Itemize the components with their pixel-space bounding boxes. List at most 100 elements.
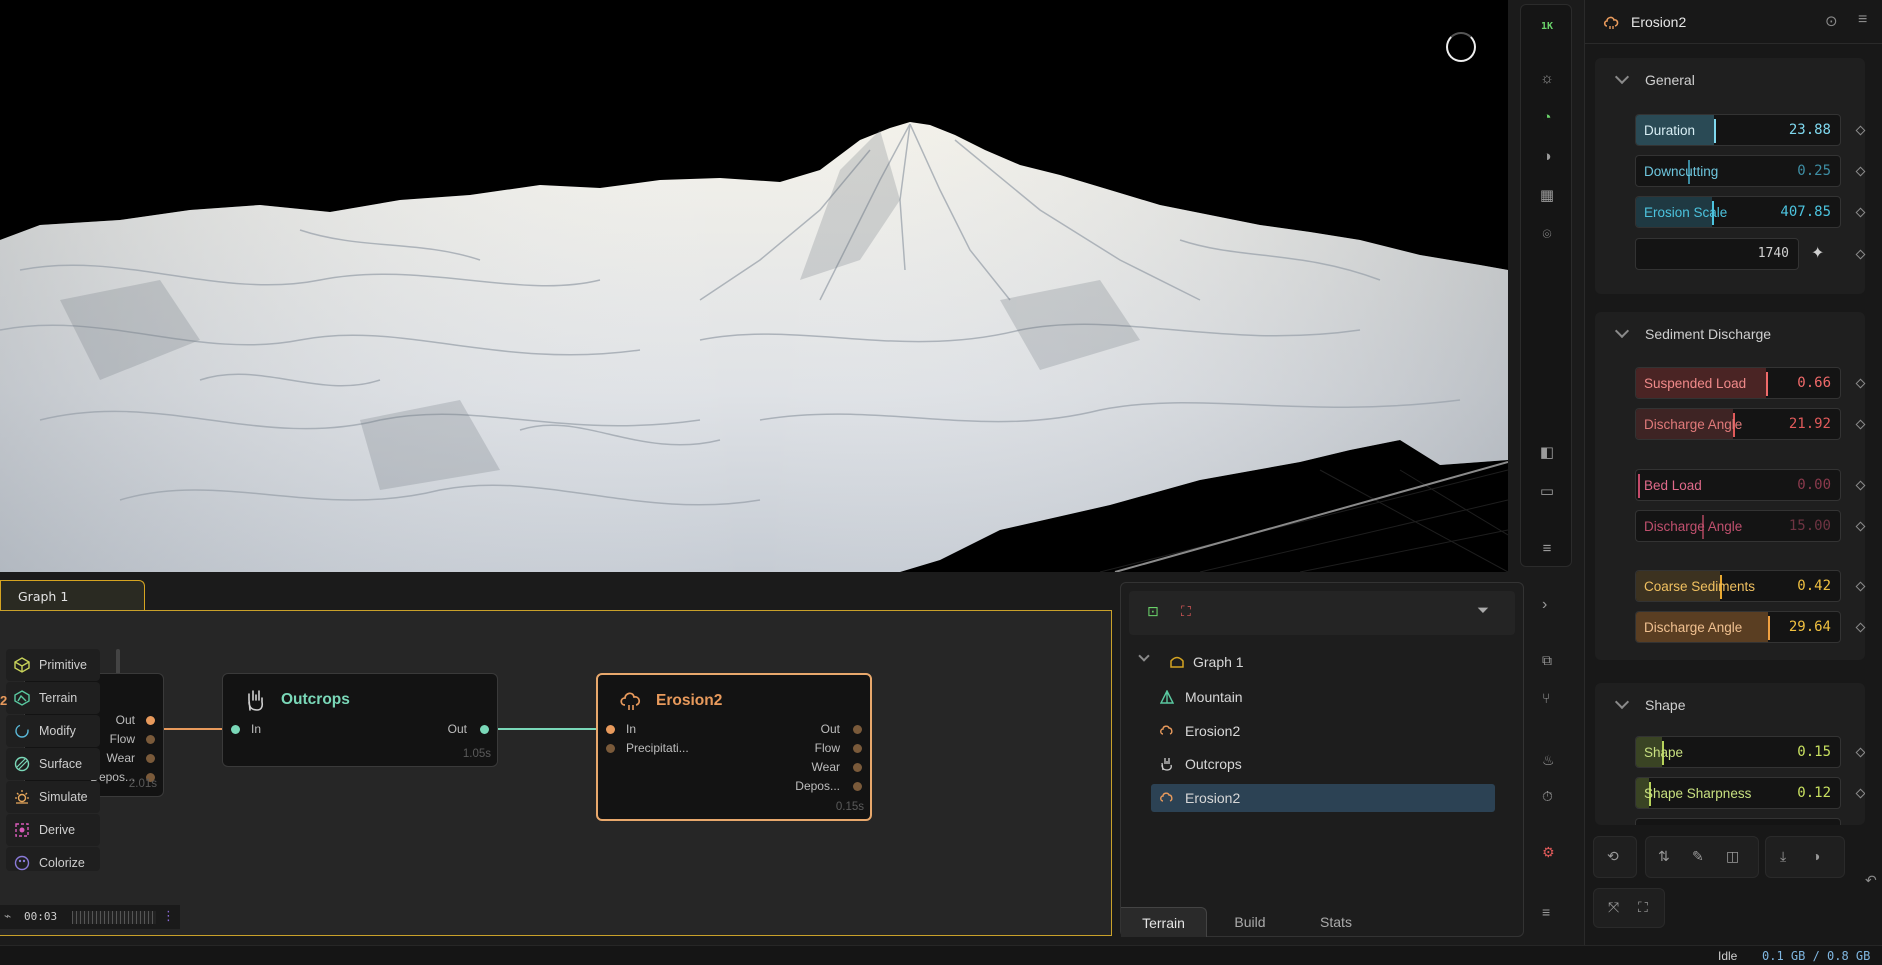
- keyframe-icon[interactable]: [1855, 747, 1865, 758]
- keyframe-icon[interactable]: [1855, 788, 1865, 799]
- palette-surface[interactable]: Surface: [6, 748, 100, 780]
- graph-icon: [1170, 656, 1184, 668]
- port-dot[interactable]: [146, 754, 155, 763]
- import-icon[interactable]: ⤓: [1780, 848, 1786, 865]
- port-dot[interactable]: [480, 725, 489, 734]
- port-dot[interactable]: [853, 725, 862, 734]
- timer-icon[interactable]: ⏱: [1542, 788, 1553, 805]
- search-replace-icon[interactable]: ⟲: [1607, 848, 1619, 865]
- shape-slider[interactable]: Shape 0.15: [1635, 736, 1841, 768]
- keyframe-icon[interactable]: [1855, 480, 1866, 491]
- flame-icon[interactable]: ♨: [1542, 752, 1555, 769]
- port-dot[interactable]: [231, 725, 240, 734]
- graph-node-outcrops[interactable]: Outcrops In Out 1.05s: [222, 673, 498, 767]
- port-dot[interactable]: [606, 744, 615, 753]
- fit-icon[interactable]: ▭: [1534, 478, 1560, 504]
- shape-sharpness-slider[interactable]: Shape Sharpness 0.12: [1635, 777, 1841, 809]
- keyframe-icon[interactable]: [1855, 378, 1866, 389]
- palette-simulate[interactable]: Simulate: [6, 781, 100, 813]
- palette-label: Surface: [39, 757, 83, 771]
- downcutting-slider[interactable]: Downcutting 0.25: [1635, 155, 1841, 187]
- copy-icon[interactable]: ⧉: [1542, 652, 1552, 669]
- palette-colorize[interactable]: Colorize: [6, 847, 100, 871]
- port-dot[interactable]: [853, 763, 862, 772]
- contrast-icon[interactable]: ◑: [1812, 848, 1820, 864]
- tree-item-outcrops[interactable]: Outcrops: [1151, 750, 1495, 778]
- keyframe-icon[interactable]: [1855, 521, 1866, 532]
- contrast-icon[interactable]: ◑: [1534, 143, 1560, 169]
- sun-icon[interactable]: ☼: [1534, 65, 1560, 91]
- suspended-load-slider[interactable]: Suspended Load 0.66: [1635, 367, 1841, 399]
- terrain-viewport[interactable]: [0, 0, 1508, 572]
- tab-build[interactable]: Build: [1207, 907, 1293, 937]
- tab-graph-1[interactable]: Graph 1: [0, 580, 145, 610]
- keyframe-icon[interactable]: [1855, 249, 1866, 260]
- swap-icon[interactable]: ⇅: [1658, 848, 1670, 865]
- camera-icon[interactable]: ⌾: [1534, 221, 1560, 247]
- section-sediment-discharge: Sediment Discharge Suspended Load 0.66 D…: [1595, 312, 1866, 660]
- graph-node-erosion2[interactable]: Erosion2 In Precipitati... Out Flow Wear…: [596, 673, 872, 821]
- engine-icon[interactable]: ⚙: [1542, 844, 1555, 861]
- render-mode-icon[interactable]: ◔: [1534, 104, 1560, 130]
- chevron-right-icon[interactable]: ›: [1542, 596, 1547, 614]
- port-dot[interactable]: [606, 725, 615, 734]
- terrain-icon: [14, 690, 30, 706]
- section-sediment-header[interactable]: Sediment Discharge: [1595, 312, 1865, 358]
- graph-canvas[interactable]: Out Flow Wear Depos... 2.01s Primitive T…: [0, 610, 1112, 936]
- seed-field[interactable]: 1740: [1635, 238, 1799, 270]
- select-icon[interactable]: ⊡: [1147, 603, 1159, 620]
- tab-stats[interactable]: Stats: [1293, 907, 1379, 937]
- port-dot[interactable]: [146, 735, 155, 744]
- resolution-button[interactable]: 1K: [1534, 13, 1560, 39]
- discharge-angle-slider[interactable]: Discharge Angle 21.92: [1635, 408, 1841, 440]
- shrink-icon[interactable]: ⤧: [1608, 899, 1619, 916]
- more-icon[interactable]: ⋮: [162, 908, 175, 924]
- branch-icon[interactable]: ⑂: [1542, 690, 1550, 706]
- tree-item-graph-1[interactable]: Graph 1: [1129, 648, 1509, 676]
- fullscreen-icon[interactable]: ⛶: [1638, 899, 1648, 916]
- palette-primitive[interactable]: Primitive: [6, 649, 100, 681]
- tree-item-mountain[interactable]: Mountain: [1151, 683, 1495, 711]
- port-dot[interactable]: [853, 744, 862, 753]
- tree-item-erosion2-selected[interactable]: Erosion2: [1151, 784, 1495, 812]
- discharge-angle-slider[interactable]: Discharge Angle 29.64: [1635, 611, 1841, 643]
- grid-icon[interactable]: ▦: [1534, 182, 1560, 208]
- port-label: Precipitati...: [626, 741, 689, 755]
- compare-icon[interactable]: ◫: [1726, 848, 1739, 865]
- focus-icon[interactable]: ⊙: [1825, 12, 1838, 30]
- deselect-icon[interactable]: ⛶: [1181, 603, 1191, 620]
- duration-slider[interactable]: Duration 23.88: [1635, 114, 1841, 146]
- menu-icon[interactable]: ≡: [1542, 904, 1550, 920]
- keyframe-icon[interactable]: [1855, 125, 1866, 136]
- port-label: Wear: [811, 760, 840, 774]
- slider-value: 15.00: [1788, 518, 1831, 534]
- bed-load-slider[interactable]: Bed Load 0.00: [1635, 469, 1841, 501]
- section-shape-header[interactable]: Shape: [1595, 683, 1865, 729]
- edit-icon[interactable]: ✎: [1692, 848, 1704, 865]
- randomize-icon[interactable]: ✦: [1811, 243, 1824, 263]
- erosion-scale-slider[interactable]: Erosion Scale 407.85: [1635, 196, 1841, 228]
- discharge-angle-slider[interactable]: Discharge Angle 15.00: [1635, 510, 1841, 542]
- keyframe-icon[interactable]: [1855, 622, 1866, 633]
- coarse-sediments-slider[interactable]: Coarse Sediments 0.42: [1635, 570, 1841, 602]
- split-view-icon[interactable]: ◧: [1534, 439, 1560, 465]
- slider-label: Shape: [1644, 745, 1684, 760]
- filter-icon[interactable]: ⏷: [1477, 602, 1489, 619]
- hidden-slider[interactable]: [1635, 818, 1841, 825]
- keyframe-icon[interactable]: [1855, 207, 1866, 218]
- tab-terrain[interactable]: Terrain: [1121, 907, 1207, 937]
- palette-derive[interactable]: Derive: [6, 814, 100, 846]
- port-dot[interactable]: [146, 716, 155, 725]
- section-general-header[interactable]: General: [1595, 58, 1865, 104]
- keyframe-icon[interactable]: [1855, 166, 1866, 177]
- palette-terrain[interactable]: Terrain: [6, 682, 100, 714]
- port-dot[interactable]: [853, 782, 862, 791]
- keyframe-icon[interactable]: [1855, 419, 1866, 430]
- tree-item-erosion2[interactable]: Erosion2: [1151, 717, 1495, 745]
- keyframe-icon[interactable]: [1855, 581, 1866, 592]
- undo-icon[interactable]: ↶: [1865, 872, 1877, 889]
- palette-modify[interactable]: Modify: [6, 715, 100, 747]
- chevron-down-icon[interactable]: [1138, 650, 1150, 662]
- menu-icon[interactable]: ≡: [1858, 11, 1867, 29]
- menu-icon[interactable]: ≡: [1534, 535, 1560, 561]
